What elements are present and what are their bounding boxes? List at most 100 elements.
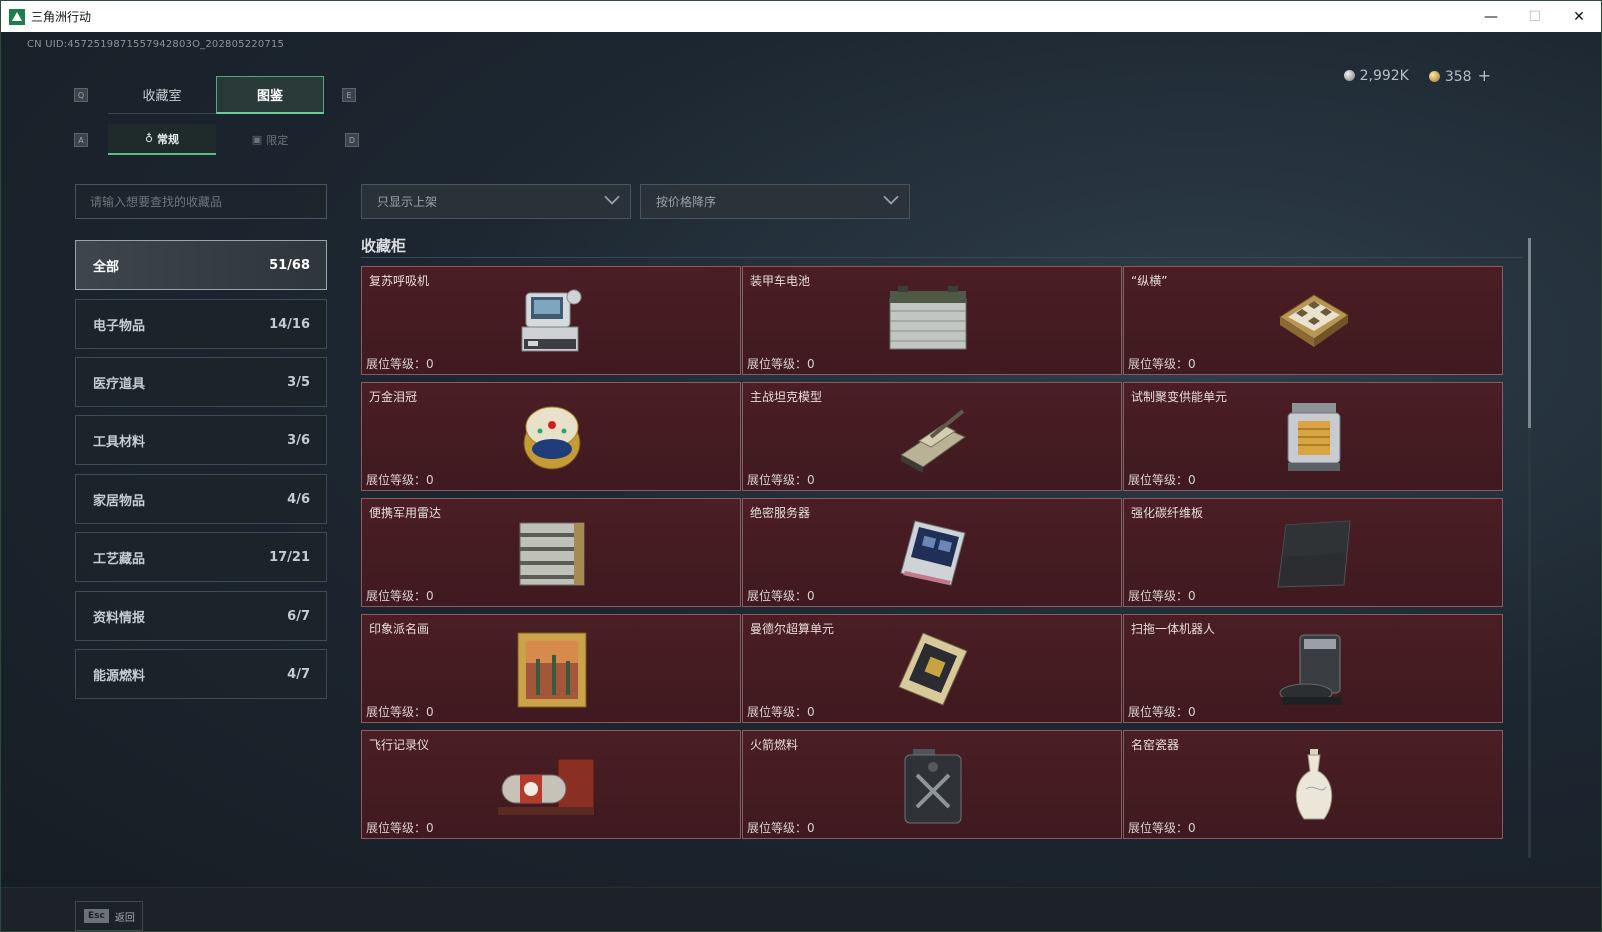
section-title: 收藏柜: [361, 237, 407, 255]
key-hint-d: D: [345, 133, 359, 147]
close-button[interactable]: ✕: [1557, 1, 1601, 32]
category-label: 全部: [93, 259, 120, 275]
category-intel[interactable]: 资料情报 6/7: [75, 591, 327, 641]
item-name: 印象派名画: [369, 622, 430, 636]
category-all[interactable]: 全部 51/68: [75, 240, 327, 290]
item-name: 强化碳纤维板: [1131, 506, 1204, 520]
chessboard-icon: [1279, 294, 1349, 347]
item-name: 名窑瓷器: [1131, 738, 1180, 752]
item-card[interactable]: “纵横” 展位等级：0: [1123, 266, 1503, 375]
item-level: 展位等级：0: [366, 357, 434, 371]
item-name: 绝密服务器: [750, 506, 811, 520]
maximize-button[interactable]: ☐: [1513, 1, 1557, 32]
radar-icon: [519, 522, 585, 586]
subtab-regular[interactable]: ♁ 常规: [108, 124, 216, 155]
item-level: 展位等级：0: [747, 473, 815, 487]
back-button[interactable]: Esc 返回: [75, 901, 143, 931]
item-card[interactable]: 装甲车电池 展位等级：0: [742, 266, 1122, 375]
category-count: 14/16: [269, 316, 310, 332]
category-label: 工具材料: [93, 434, 146, 450]
item-card[interactable]: 曼德尔超算单元 展位等级：0: [742, 614, 1122, 723]
item-name: 主战坦克模型: [750, 390, 823, 404]
category-tools[interactable]: 工具材料 3/6: [75, 415, 327, 465]
category-label: 工艺藏品: [93, 551, 146, 567]
fuel-can-icon: [904, 749, 962, 824]
sort-label: 按价格降序: [656, 195, 717, 209]
category-label: 电子物品: [93, 318, 146, 334]
item-name: 装甲车电池: [750, 274, 811, 288]
item-level: 展位等级：0: [1128, 705, 1196, 719]
esc-key-icon: Esc: [84, 909, 109, 923]
currency-bar: 2,992K 358 +: [1343, 66, 1491, 85]
shelf-filter-label: 只显示上架: [377, 195, 438, 209]
item-card[interactable]: 扫拖一体机器人 展位等级：0: [1123, 614, 1503, 723]
category-label: 资料情报: [93, 610, 146, 626]
jeweled-egg-icon: [523, 406, 581, 470]
subtab-limited-label: 限定: [266, 133, 289, 147]
item-name: “纵横”: [1131, 274, 1168, 288]
carbon-plate-icon: [1277, 520, 1351, 588]
gold-currency: 358 +: [1428, 66, 1491, 85]
category-count: 4/6: [287, 491, 310, 507]
category-label: 家居物品: [93, 493, 146, 509]
tab-collection-room[interactable]: 收藏室: [108, 76, 216, 114]
item-card[interactable]: 强化碳纤维板 展位等级：0: [1123, 498, 1503, 607]
subtab-limited[interactable]: ▣ 限定: [216, 124, 324, 155]
minimize-button[interactable]: —: [1469, 1, 1513, 32]
item-card[interactable]: 复苏呼吸机 展位等级：0: [361, 266, 741, 375]
item-level: 展位等级：0: [1128, 473, 1196, 487]
item-name: 飞行记录仪: [369, 738, 430, 752]
item-level: 展位等级：0: [1128, 589, 1196, 603]
app-logo-icon: [9, 8, 25, 25]
search-input[interactable]: [75, 184, 327, 219]
item-level: 展位等级：0: [747, 589, 815, 603]
item-card[interactable]: 便携军用雷达 展位等级：0: [361, 498, 741, 607]
supercomputer-icon: [898, 632, 968, 706]
tank-model-icon: [900, 409, 966, 473]
chevron-down-icon: [604, 189, 620, 205]
item-card[interactable]: 试制聚变供能单元 展位等级：0: [1123, 382, 1503, 491]
category-electronics[interactable]: 电子物品 14/16: [75, 299, 327, 349]
scrollbar-thumb[interactable]: [1528, 238, 1531, 428]
category-crafts[interactable]: 工艺藏品 17/21: [75, 532, 327, 582]
item-level: 展位等级：0: [1128, 821, 1196, 835]
subtab-regular-label: 常规: [157, 132, 180, 146]
category-count: 51/68: [269, 257, 310, 273]
regular-icon: ♁: [144, 132, 154, 145]
category-count: 4/7: [287, 666, 310, 682]
item-card[interactable]: 绝密服务器 展位等级：0: [742, 498, 1122, 607]
game-area: CN UID:4572519871557942803O_202805220715…: [1, 32, 1601, 931]
item-card[interactable]: 名窑瓷器 展位等级：0: [1123, 730, 1503, 839]
item-card[interactable]: 印象派名画 展位等级：0: [361, 614, 741, 723]
tab-catalog[interactable]: 图鉴: [216, 76, 324, 114]
silver-coin-icon: [1343, 69, 1355, 81]
category-count: 6/7: [287, 608, 310, 624]
battery-icon: [889, 286, 967, 350]
shelf-filter-dropdown[interactable]: 只显示上架: [361, 184, 631, 219]
category-label: 能源燃料: [93, 668, 146, 684]
painting-icon: [517, 632, 587, 708]
item-level: 展位等级：0: [366, 589, 434, 603]
item-card[interactable]: 火箭燃料 展位等级：0: [742, 730, 1122, 839]
item-card[interactable]: 万金泪冠 展位等级：0: [361, 382, 741, 491]
sort-dropdown[interactable]: 按价格降序: [640, 184, 910, 219]
item-name: 火箭燃料: [750, 738, 799, 752]
item-card[interactable]: 主战坦克模型 展位等级：0: [742, 382, 1122, 491]
back-label: 返回: [114, 912, 135, 924]
item-name: 便携军用雷达: [369, 506, 442, 520]
key-hint-e: E: [342, 88, 356, 102]
category-energy[interactable]: 能源燃料 4/7: [75, 649, 327, 699]
chevron-down-icon: [883, 189, 899, 205]
item-level: 展位等级：0: [747, 821, 815, 835]
add-currency-button[interactable]: +: [1478, 66, 1491, 85]
limited-icon: ▣: [251, 133, 263, 146]
item-name: 扫拖一体机器人: [1131, 622, 1216, 636]
category-household[interactable]: 家居物品 4/6: [75, 474, 327, 524]
title-bar: 三角洲行动 — ☐ ✕: [1, 1, 1601, 32]
category-medical[interactable]: 医疗道具 3/5: [75, 357, 327, 407]
item-level: 展位等级：0: [366, 821, 434, 835]
collection-grid: 复苏呼吸机 展位等级：0 装甲车电池 展位等级：0 “纵横” 展位等级：0 万金…: [361, 266, 1523, 862]
category-count: 3/6: [287, 432, 310, 448]
item-card[interactable]: 飞行记录仪 展位等级：0: [361, 730, 741, 839]
item-level: 展位等级：0: [747, 357, 815, 371]
